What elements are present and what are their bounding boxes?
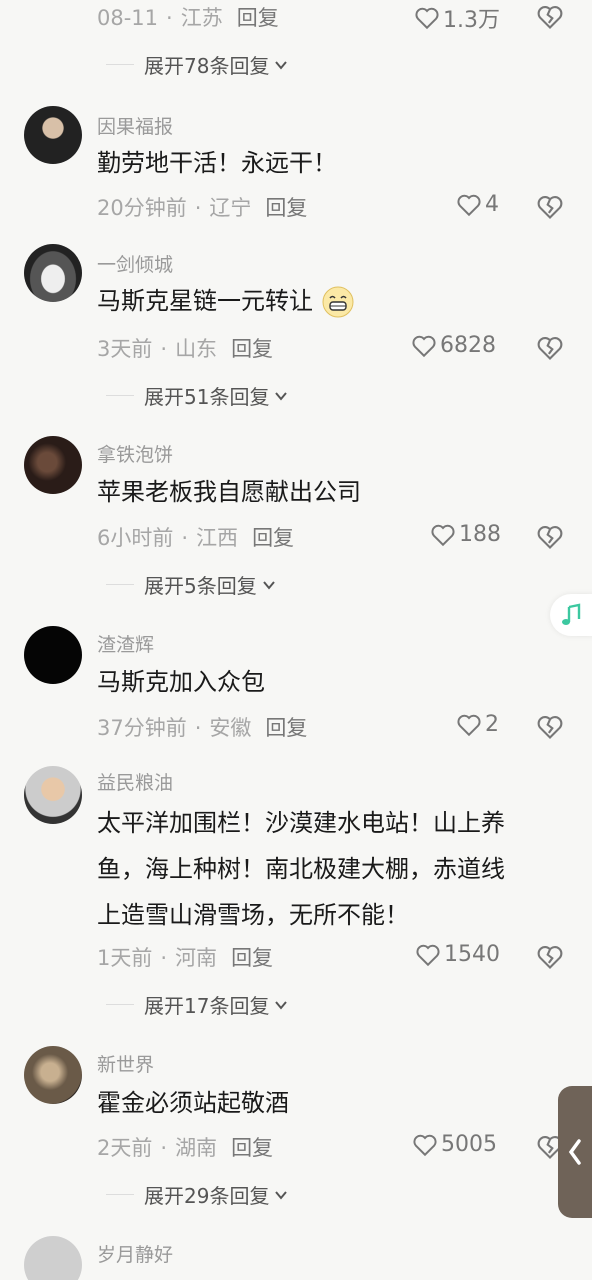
like-count: 6828 — [440, 333, 496, 358]
comment-author[interactable]: 新世界 — [97, 1050, 154, 1077]
comment-location: 辽宁 — [209, 196, 252, 220]
avatar[interactable] — [24, 436, 82, 494]
chevron-left-icon — [568, 1139, 581, 1165]
like-button[interactable]: 1.3万 — [414, 2, 500, 34]
comment-location: 江西 — [196, 526, 239, 550]
heart-icon — [413, 1134, 437, 1156]
reply-button[interactable]: 回复 — [265, 716, 307, 740]
comment-time: 2天前 — [97, 1136, 153, 1160]
like-count: 4 — [485, 192, 499, 217]
comment-author[interactable]: 益民粮油 — [97, 768, 173, 795]
comment-text: 苹果老板我自愿献出公司 — [97, 478, 361, 506]
like-button[interactable]: 4 — [456, 192, 499, 217]
like-count: 2 — [485, 712, 499, 737]
broken-heart-icon[interactable] — [536, 4, 564, 30]
like-count: 1540 — [444, 942, 500, 967]
chevron-down-icon — [262, 580, 275, 590]
heart-icon — [431, 524, 455, 546]
comment-time: 20分钟前 — [97, 196, 187, 220]
avatar[interactable] — [24, 1046, 82, 1104]
expand-replies-button[interactable]: 展开29条回复 — [106, 1180, 289, 1209]
broken-heart-icon[interactable] — [536, 714, 564, 740]
comment-author[interactable]: 渣渣辉 — [97, 630, 154, 657]
heart-icon — [415, 7, 439, 30]
reply-button[interactable]: 回复 — [231, 337, 273, 361]
comment-location: 安徽 — [209, 716, 252, 740]
expand-label: 展开29条回复 — [144, 1184, 270, 1208]
expand-replies-button[interactable]: 展开51条回复 — [106, 381, 289, 410]
expand-replies-button[interactable]: 展开78条回复 — [106, 50, 289, 79]
expand-replies-button[interactable]: 展开17条回复 — [106, 990, 289, 1019]
avatar[interactable] — [24, 106, 82, 164]
like-button[interactable]: 2 — [456, 712, 499, 737]
comment-text: 马斯克加入众包 — [97, 668, 265, 696]
comment-location: 湖南 — [175, 1136, 218, 1160]
like-count: 188 — [459, 522, 501, 547]
heart-icon — [416, 944, 440, 966]
comment-time: 3天前 — [97, 337, 153, 361]
heart-icon — [457, 714, 481, 736]
comment-text-line: 上造雪山滑雪场，无所不能！ — [97, 901, 409, 929]
collapse-side-tab[interactable] — [558, 1086, 592, 1218]
grin-emoji — [322, 286, 354, 318]
music-note-icon — [562, 603, 581, 625]
reply-button[interactable]: 回复 — [231, 1136, 273, 1160]
comment-meta: 37分钟前 · 安徽 回复 — [97, 716, 308, 740]
expand-label: 展开17条回复 — [144, 994, 270, 1018]
expand-label: 展开5条回复 — [144, 574, 257, 598]
comment-location: 河南 — [175, 946, 218, 970]
like-button[interactable]: 1540 — [415, 942, 500, 967]
heart-icon — [457, 194, 481, 216]
comment-author[interactable]: 拿铁泡饼 — [97, 440, 173, 467]
broken-heart-icon[interactable] — [536, 335, 564, 361]
music-button[interactable] — [550, 594, 592, 636]
reply-button[interactable]: 回复 — [252, 526, 294, 550]
comment-meta: 08-11 · 江苏 回复 — [97, 6, 279, 30]
expand-label: 展开78条回复 — [144, 54, 270, 78]
comment-author[interactable]: 一剑倾城 — [97, 250, 173, 277]
comment-text: 勤劳地干活！永远干！ — [97, 149, 337, 177]
like-button[interactable]: 188 — [430, 522, 501, 547]
like-button[interactable]: 6828 — [411, 333, 496, 358]
chevron-down-icon — [275, 391, 288, 401]
chevron-down-icon — [275, 60, 288, 70]
comment-text-line: 马斯克星链一元转让 — [97, 287, 313, 315]
comment-meta: 20分钟前 · 辽宁 回复 — [97, 196, 308, 220]
avatar[interactable] — [24, 626, 82, 684]
comment-time: 1天前 — [97, 946, 153, 970]
expand-label: 展开51条回复 — [144, 385, 270, 409]
comment-meta: 6小时前 · 江西 回复 — [97, 526, 295, 550]
comment-time: 37分钟前 — [97, 716, 187, 740]
reply-button[interactable]: 回复 — [237, 6, 279, 30]
comment-meta: 2天前 · 湖南 回复 — [97, 1136, 274, 1160]
comment-location: 山东 — [175, 337, 218, 361]
broken-heart-icon[interactable] — [536, 944, 564, 970]
broken-heart-icon[interactable] — [536, 524, 564, 550]
like-count: 1.3万 — [443, 8, 500, 33]
reply-button[interactable]: 回复 — [265, 196, 307, 220]
comment-meta: 1天前 · 河南 回复 — [97, 946, 274, 970]
comment-text: 马斯克星链一元转让 — [97, 278, 355, 324]
chevron-down-icon — [275, 1000, 288, 1010]
comment-author[interactable]: 因果福报 — [97, 112, 173, 139]
like-button[interactable]: 5005 — [412, 1132, 497, 1157]
comment-text: 霍金必须站起敬酒 — [97, 1089, 289, 1117]
heart-icon — [412, 335, 436, 357]
expand-replies-button[interactable]: 展开5条回复 — [106, 570, 277, 599]
comment-time: 6小时前 — [97, 526, 174, 550]
broken-heart-icon[interactable] — [536, 194, 564, 220]
avatar[interactable] — [24, 244, 82, 302]
comment-text-line: 太平洋加围栏！沙漠建水电站！山上养 — [97, 809, 505, 837]
avatar[interactable] — [24, 1236, 82, 1280]
avatar[interactable] — [24, 766, 82, 824]
reply-button[interactable]: 回复 — [231, 946, 273, 970]
comment-author[interactable]: 岁月静好 — [97, 1240, 173, 1267]
comment-meta: 3天前 · 山东 回复 — [97, 337, 274, 361]
like-count: 5005 — [441, 1132, 497, 1157]
chevron-down-icon — [275, 1190, 288, 1200]
comment-date: 08-11 — [97, 6, 159, 30]
comment-text-line: 鱼，海上种树！南北极建大棚，赤道线 — [97, 855, 505, 883]
comment-location: 江苏 — [180, 6, 223, 30]
